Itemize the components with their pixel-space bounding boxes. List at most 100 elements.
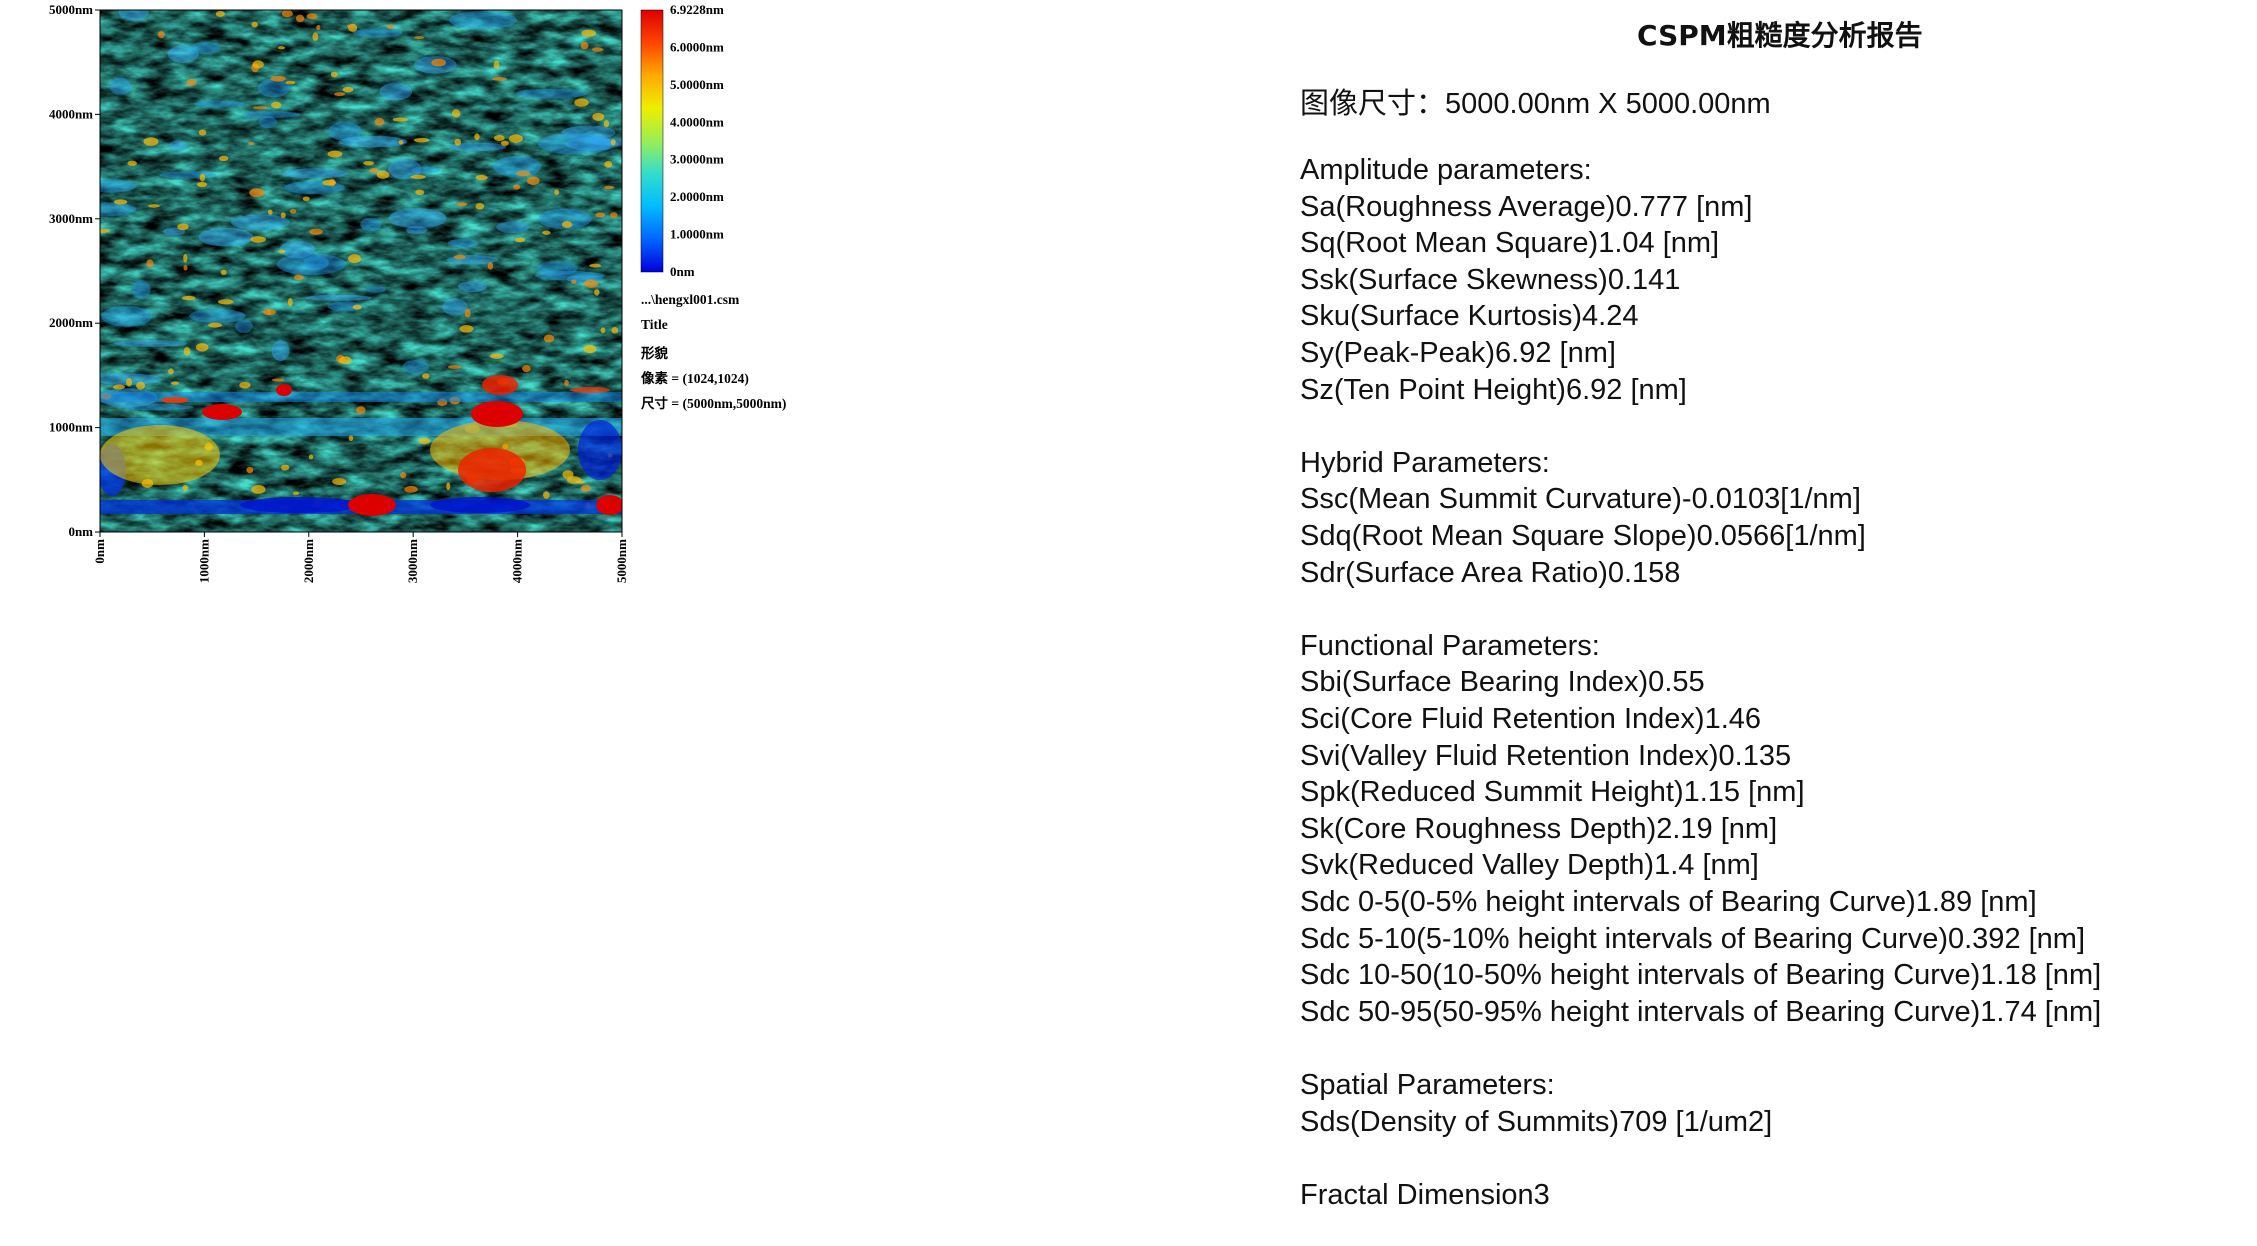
- valley-patch: [231, 214, 290, 231]
- valley-patch: [430, 497, 530, 513]
- report-line: Fractal Dimension3: [1300, 1178, 1550, 1211]
- peak-speckle: [574, 98, 589, 107]
- peak-spot: [202, 404, 242, 420]
- report-line: Sdc 5-10(5-10% height intervals of Beari…: [1300, 922, 2086, 955]
- peak-speckle: [251, 21, 258, 28]
- y-tick-label: 3000nm: [49, 211, 93, 226]
- valley-patch: [257, 78, 290, 98]
- colorbar-label: 2.0000nm: [670, 189, 724, 204]
- peak-speckle: [186, 78, 197, 86]
- report-line: Sdq(Root Mean Square Slope)0.0566[1/nm]: [1300, 520, 1866, 552]
- peak-spot: [596, 495, 622, 515]
- peak-speckle: [293, 274, 304, 281]
- y-axis: 5000nm 4000nm 3000nm 2000nm 1000nm 0nm: [49, 2, 100, 539]
- report-line: Amplitude parameters:: [1300, 154, 1592, 186]
- peak-speckle: [592, 112, 605, 121]
- peak-speckle: [347, 24, 354, 28]
- report-line: Sdc 50-95(50-95% height intervals of Bea…: [1300, 995, 2102, 1028]
- peak-speckle: [600, 327, 606, 334]
- peak-speckle: [352, 304, 362, 310]
- valley-patch: [365, 286, 386, 293]
- peak-speckle: [562, 470, 574, 479]
- peak-speckle: [182, 484, 189, 492]
- valley-patch: [235, 319, 253, 333]
- report-line: Sku(Surface Kurtosis)4.24: [1300, 300, 1639, 333]
- peak-speckle: [571, 279, 577, 284]
- report-line: Sy(Peak-Peak)6.92 [nm]: [1300, 337, 1616, 369]
- peak-speckle: [196, 181, 208, 188]
- valley-patch: [458, 281, 487, 293]
- scan-size: 尺寸 = (5000nm,5000nm): [641, 396, 787, 411]
- peak-speckle: [177, 223, 189, 231]
- peak-speckle: [500, 140, 509, 146]
- peak-spot: [348, 494, 396, 516]
- peak-speckle: [292, 491, 300, 496]
- peak-speckle: [250, 236, 266, 243]
- peak-spot: [458, 448, 526, 492]
- valley-patch: [258, 116, 278, 129]
- peak-speckle: [369, 168, 380, 173]
- valley-patch: [449, 10, 517, 30]
- peak-speckle: [287, 297, 293, 307]
- peak-speckle: [415, 189, 425, 196]
- peak-speckle: [446, 482, 451, 491]
- peak-speckle: [413, 137, 430, 143]
- peak-speckle: [280, 464, 290, 471]
- peak-speckle: [516, 170, 531, 177]
- peak-speckle: [363, 160, 375, 166]
- y-tick-label: 4000nm: [49, 106, 93, 121]
- peak-speckle: [400, 471, 407, 479]
- x-tick-label: 3000nm: [405, 539, 420, 583]
- valley-patch: [578, 420, 622, 480]
- peak-spot: [482, 375, 518, 395]
- colorbar-label: 6.9228nm: [670, 2, 724, 17]
- report-line: Sdc 0-5(0-5% height intervals of Bearing…: [1300, 886, 2037, 918]
- topography-map: [100, 10, 622, 532]
- peak-speckle: [475, 174, 488, 181]
- valley-patch: [388, 208, 447, 229]
- valley-patch: [114, 340, 187, 347]
- peak-speckle: [376, 170, 390, 179]
- peak-speckle: [580, 485, 592, 492]
- peak-speckle: [459, 324, 474, 333]
- report-line: Svi(Valley Fluid Retention Index)0.135: [1300, 739, 1792, 772]
- peak-speckle: [609, 212, 618, 219]
- peak-speckle: [181, 295, 196, 301]
- peak-speckle: [267, 209, 273, 215]
- peak-speckle: [508, 134, 523, 143]
- peak-speckle: [595, 212, 606, 218]
- valley-patch: [194, 100, 245, 108]
- peak-speckle: [493, 134, 505, 142]
- peak-speckle: [183, 264, 188, 271]
- peak-speckle: [487, 262, 494, 270]
- peak-speckle: [113, 199, 128, 205]
- peak-speckle: [451, 109, 461, 118]
- report-line: Functional Parameters:: [1300, 629, 1600, 662]
- y-tick-label: 5000nm: [49, 2, 93, 17]
- peak-speckle: [309, 228, 323, 235]
- peak-speckle: [330, 71, 338, 78]
- report-line: Sk(Core Roughness Depth)2.19 [nm]: [1300, 812, 1778, 845]
- peak-speckle: [410, 174, 426, 180]
- valley-patch: [379, 82, 413, 101]
- peak-speckle: [522, 365, 531, 373]
- peak-speckle: [277, 46, 286, 50]
- report-line: Sds(Density of Summits)709 [1/um2]: [1300, 1105, 1773, 1138]
- y-tick-label: 1000nm: [49, 420, 93, 435]
- colorbar-label: 4.0000nm: [670, 114, 724, 129]
- peak-speckle: [249, 188, 265, 198]
- peak-speckle: [239, 381, 251, 389]
- peak-speckle: [316, 24, 321, 31]
- peak-speckle: [112, 384, 126, 390]
- peak-speckle: [338, 356, 352, 365]
- peak-speckle: [148, 204, 160, 208]
- peak-speckle: [447, 365, 462, 369]
- peak-speckle: [248, 142, 255, 146]
- peak-speckle: [281, 10, 293, 18]
- peak-speckle: [542, 230, 551, 235]
- peak-speckle: [285, 80, 296, 85]
- peak-speckle: [280, 212, 286, 219]
- valley-patch: [442, 298, 468, 316]
- y-tick-label: 2000nm: [49, 315, 93, 330]
- colorbar-labels: 6.9228nm 6.0000nm 5.0000nm 4.0000nm 3.0000nm…: [670, 2, 724, 279]
